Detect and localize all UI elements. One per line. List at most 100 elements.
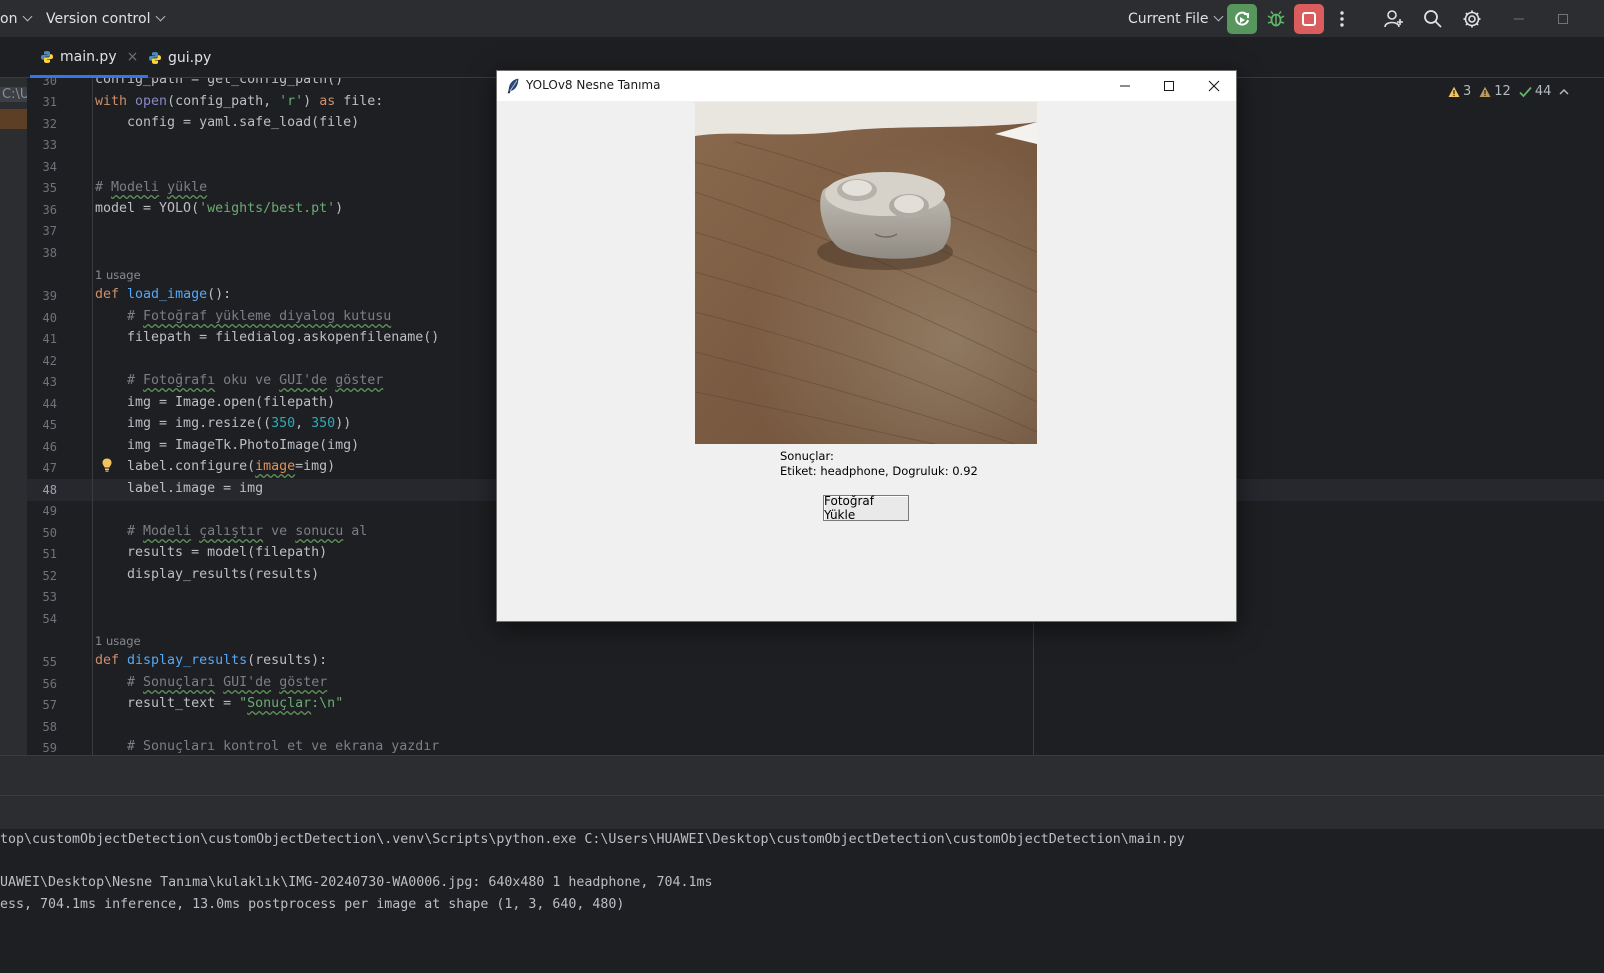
code-token: Fotoğraf yükleme diyalog kutusu xyxy=(143,309,392,324)
run-icon xyxy=(1235,11,1249,26)
tab-label: main.py xyxy=(60,48,117,65)
code-line: results = model(filepath) xyxy=(95,545,328,560)
line-number: 52 xyxy=(42,569,57,583)
tk-title-bar[interactable]: YOLOv8 Nesne Tanıma xyxy=(497,71,1236,101)
code-line: # Modeli çalıştır ve sonucu al xyxy=(95,524,367,539)
code-token: # xyxy=(95,524,144,539)
search-everywhere-button[interactable] xyxy=(1422,8,1444,30)
code-token: (config_path, xyxy=(167,94,280,109)
code-token: load_image xyxy=(127,287,208,302)
warning-icon xyxy=(1479,86,1491,97)
code-token: 350 xyxy=(311,416,336,431)
chevron-down-icon xyxy=(23,11,33,22)
code-line: display_results(results) xyxy=(95,567,320,582)
code-line: def display_results(results): xyxy=(95,653,327,668)
inspection-widget[interactable]: 3 12 44 xyxy=(1448,84,1569,99)
tk-window-title: YOLOv8 Nesne Tanıma xyxy=(526,78,661,92)
code-line: img = img.resize((350, 350)) xyxy=(95,416,351,431)
code-token: Sonuçlar xyxy=(247,696,312,711)
typos-count: 44 xyxy=(1519,84,1552,99)
maximize-icon xyxy=(1558,14,1568,24)
run-configuration-selector[interactable]: Current File xyxy=(1128,11,1224,27)
indent-guide xyxy=(92,78,93,755)
line-number: 58 xyxy=(42,720,57,734)
code-token: img = img.resize(( xyxy=(95,416,272,431)
project-menu[interactable]: on xyxy=(0,11,33,27)
console-line: ess, 704.1ms inference, 13.0ms postproce… xyxy=(0,897,625,912)
stop-button[interactable] xyxy=(1294,4,1324,34)
code-token: result_text = xyxy=(95,696,240,711)
code-token: Modeli xyxy=(111,180,160,195)
code-line: label.configure(image=img) xyxy=(95,459,335,474)
results-heading: Sonuçlar: xyxy=(780,449,834,463)
line-number: 53 xyxy=(42,590,57,604)
run-configuration-label: Current File xyxy=(1128,11,1209,27)
code-token: open xyxy=(135,94,168,109)
line-number: 32 xyxy=(42,117,57,131)
tk-minimize-button[interactable] xyxy=(1102,71,1148,101)
run-console[interactable]: top\customObjectDetection\customObjectDe… xyxy=(0,829,1604,973)
line-number: 31 xyxy=(42,95,57,109)
console-line: top\customObjectDetection\customObjectDe… xyxy=(0,832,1185,847)
warning-icon xyxy=(1448,86,1460,97)
code-token: çalıştır xyxy=(199,524,264,539)
debug-button[interactable] xyxy=(1265,8,1287,30)
line-number: 59 xyxy=(42,741,57,755)
line-number: 34 xyxy=(42,160,57,174)
tk-close-button[interactable] xyxy=(1191,71,1237,101)
weak-warnings-count-value: 12 xyxy=(1494,84,1511,99)
code-token: GUI'de xyxy=(223,675,272,690)
line-number: 48 xyxy=(42,483,57,497)
console-line: UAWEI\Desktop\Nesne Tanıma\kulaklık\IMG-… xyxy=(0,875,713,890)
ide-maximize-button[interactable] xyxy=(1552,8,1574,30)
settings-button[interactable] xyxy=(1461,8,1483,30)
code-line: def load_image(): xyxy=(95,287,231,302)
usage-hint[interactable]: 1 usage xyxy=(95,634,141,648)
code-line: # Fotoğraf yükleme diyalog kutusu xyxy=(95,309,391,324)
line-number: 51 xyxy=(42,547,57,561)
selection-marker xyxy=(0,109,27,129)
line-number: 40 xyxy=(42,311,57,325)
line-number: 41 xyxy=(42,332,57,346)
bulb-icon[interactable] xyxy=(102,458,112,472)
code-line: # Sonuçları kontrol et ve ekrana yazdır xyxy=(95,739,440,754)
code-token: file: xyxy=(335,94,384,109)
line-number: 46 xyxy=(42,440,57,454)
typos-count-value: 44 xyxy=(1534,84,1552,99)
code-token: sonucu xyxy=(295,524,344,539)
code-token: GUI'de xyxy=(279,373,328,388)
code-token: oku ve xyxy=(215,373,280,388)
code-token: 350 xyxy=(271,416,296,431)
tab-main-py[interactable]: main.py × xyxy=(30,38,149,78)
feather-icon xyxy=(507,78,519,94)
detected-photo xyxy=(695,102,1037,444)
tab-gui-py[interactable]: gui.py xyxy=(148,38,211,78)
chevron-up-icon[interactable] xyxy=(1559,88,1569,96)
line-number: 45 xyxy=(42,418,57,432)
load-photo-button[interactable]: Fotoğraf Yükle xyxy=(823,494,909,522)
more-actions-button[interactable] xyxy=(1331,8,1353,30)
ide-minimize-button[interactable] xyxy=(1508,8,1530,30)
code-token: :\n" xyxy=(311,696,344,711)
code-token: " xyxy=(239,696,248,711)
stop-icon xyxy=(1302,12,1316,26)
code-line: # Modeli yükle xyxy=(95,180,207,195)
close-icon[interactable]: × xyxy=(127,49,139,65)
more-icon xyxy=(1340,11,1344,27)
project-menu-label: on xyxy=(0,11,18,27)
code-token: al xyxy=(343,524,368,539)
code-token: Modeli xyxy=(143,524,192,539)
code-token: # xyxy=(95,675,144,690)
line-number: 57 xyxy=(42,698,57,712)
code-token: (results): xyxy=(247,653,328,668)
code-line: result_text = "Sonuçlar:\n" xyxy=(95,696,343,711)
line-number: 38 xyxy=(42,246,57,260)
tk-maximize-button[interactable] xyxy=(1146,71,1192,101)
code-line: config = yaml.safe_load(file) xyxy=(95,115,360,130)
usage-hint[interactable]: 1 usage xyxy=(95,268,141,282)
line-number: 33 xyxy=(42,138,57,152)
rerun-button[interactable] xyxy=(1227,4,1257,34)
version-control-menu[interactable]: Version control xyxy=(46,11,166,27)
code-with-me-button[interactable] xyxy=(1383,8,1405,30)
